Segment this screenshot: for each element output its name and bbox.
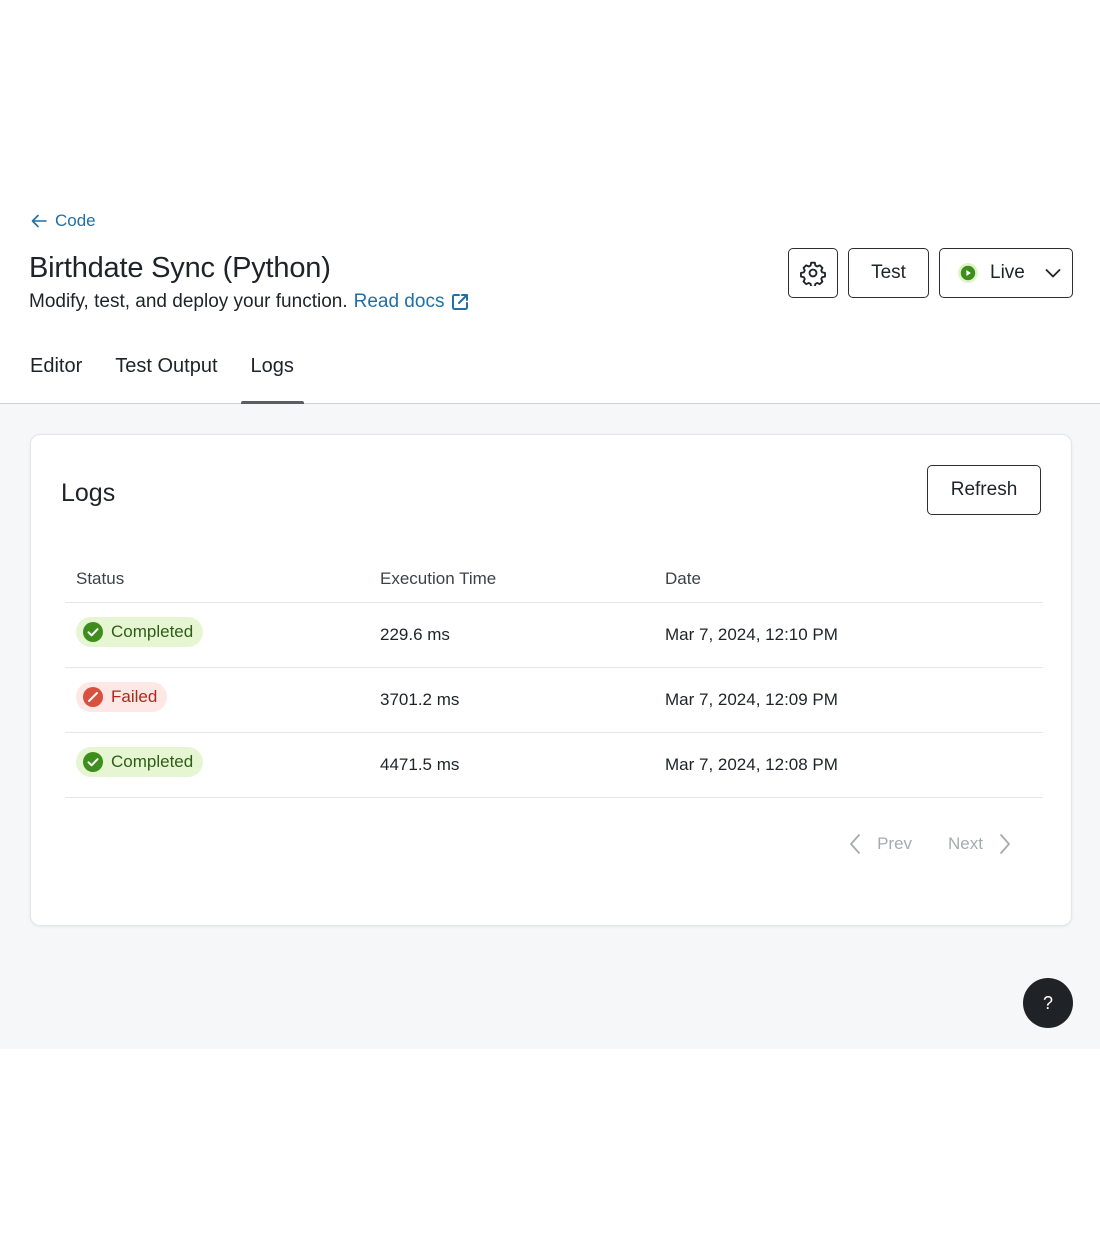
check-circle-icon xyxy=(83,752,103,772)
logs-card-title: Logs xyxy=(61,479,116,507)
next-label: Next xyxy=(948,834,983,853)
status-badge: Failed xyxy=(76,682,168,712)
status-label: Failed xyxy=(111,687,158,706)
status-cell: Completed xyxy=(65,732,369,798)
status-cell: Failed xyxy=(65,667,369,733)
chevron-left-icon xyxy=(850,834,860,854)
refresh-button[interactable]: Refresh xyxy=(927,465,1041,515)
execution-time-cell: 4471.5 ms xyxy=(369,732,654,798)
external-link-icon xyxy=(452,294,469,310)
read-docs-label: Read docs xyxy=(353,291,445,312)
pagination: Prev Next xyxy=(847,833,1013,855)
logs-table: Status Execution Time Date Completed 229… xyxy=(65,565,1043,798)
table-row[interactable]: Failed 3701.2 ms Mar 7, 2024, 12:09 PM xyxy=(65,667,1043,733)
table-header-row: Status Execution Time Date xyxy=(65,565,1043,603)
status-badge: Completed xyxy=(76,747,204,777)
column-header-date: Date xyxy=(654,565,1043,603)
logs-card: Logs Refresh Status Execution Time Date xyxy=(30,434,1072,926)
column-header-execution-time: Execution Time xyxy=(369,565,654,603)
test-button[interactable]: Test xyxy=(848,248,929,298)
back-link-label: Code xyxy=(55,211,96,230)
date-cell: Mar 7, 2024, 12:08 PM xyxy=(654,732,1043,798)
execution-time-cell: 229.6 ms xyxy=(369,602,654,668)
ban-icon xyxy=(83,687,103,707)
check-circle-icon xyxy=(83,622,103,642)
help-button[interactable]: ? xyxy=(1023,978,1073,1028)
page: Code Birthdate Sync (Python) Modify, tes… xyxy=(0,0,1100,1250)
execution-time-cell: 3701.2 ms xyxy=(369,667,654,733)
header-actions: Test Live xyxy=(788,248,1073,298)
date-cell: Mar 7, 2024, 12:10 PM xyxy=(654,602,1043,668)
chevron-right-icon xyxy=(1000,834,1010,854)
page-title: Birthdate Sync (Python) xyxy=(29,252,331,284)
table-row[interactable]: Completed 229.6 ms Mar 7, 2024, 12:10 PM xyxy=(65,602,1043,668)
status-badge: Completed xyxy=(76,617,204,647)
next-page-button[interactable]: Next xyxy=(948,833,1013,855)
subtitle-text: Modify, test, and deploy your function. xyxy=(29,291,348,312)
prev-label: Prev xyxy=(877,834,913,853)
tab-logs[interactable]: Logs xyxy=(240,340,305,405)
status-cell: Completed xyxy=(65,602,369,668)
arrow-left-icon xyxy=(31,214,47,228)
chevron-down-icon xyxy=(1045,269,1061,278)
column-header-status: Status xyxy=(65,565,369,603)
prev-page-button[interactable]: Prev xyxy=(847,833,912,855)
tab-editor[interactable]: Editor xyxy=(20,340,92,404)
back-to-code-link[interactable]: Code xyxy=(29,211,96,231)
play-circle-icon xyxy=(958,263,978,283)
tab-test-output[interactable]: Test Output xyxy=(105,340,227,404)
date-cell: Mar 7, 2024, 12:09 PM xyxy=(654,667,1043,733)
read-docs-link[interactable]: Read docs xyxy=(354,291,471,313)
main-content: Logs Refresh Status Execution Time Date xyxy=(0,404,1100,1049)
live-dropdown-button[interactable]: Live xyxy=(939,248,1073,298)
live-label: Live xyxy=(990,262,1025,283)
status-label: Completed xyxy=(111,622,194,641)
gear-icon xyxy=(800,261,826,286)
settings-button[interactable] xyxy=(788,248,838,298)
page-subtitle: Modify, test, and deploy your function. … xyxy=(29,291,470,313)
status-label: Completed xyxy=(111,752,194,771)
table-row[interactable]: Completed 4471.5 ms Mar 7, 2024, 12:08 P… xyxy=(65,732,1043,798)
tab-bar: Editor Test Output Logs xyxy=(0,340,1100,405)
